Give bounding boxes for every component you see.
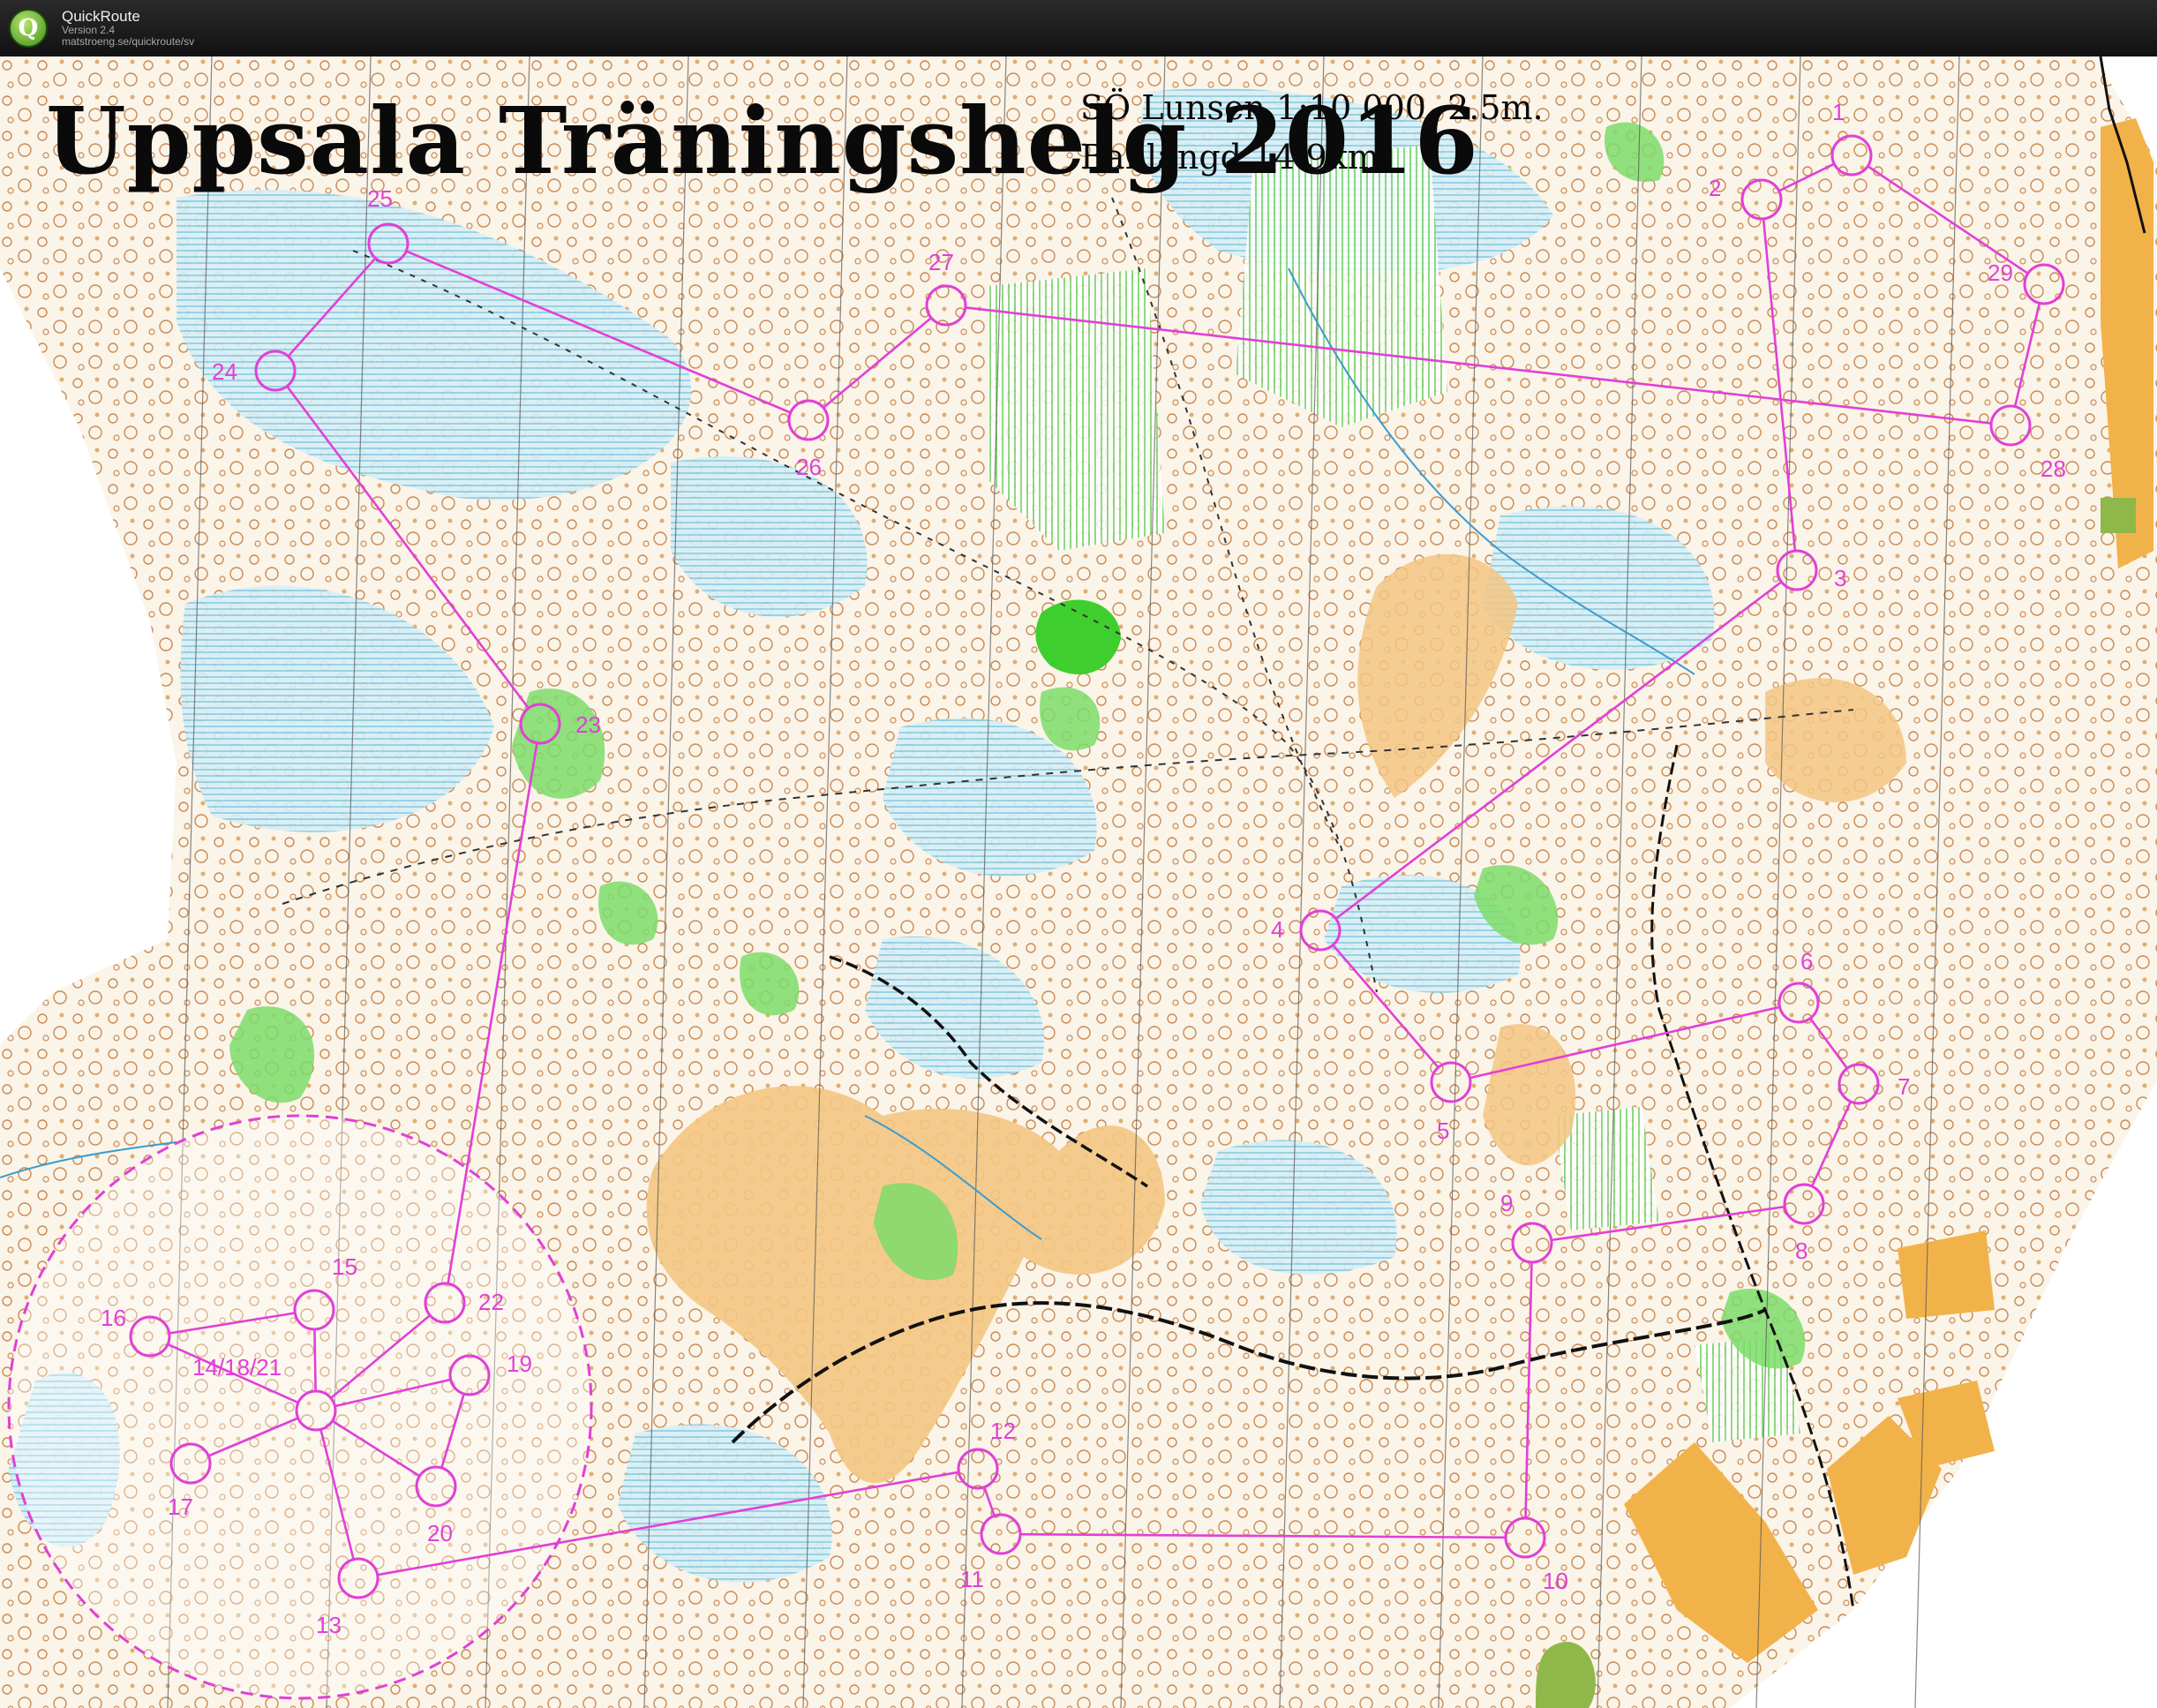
control-number-label: 17 [168,1494,193,1520]
detail-area-circle [7,1114,593,1700]
app-name: QuickRoute [62,8,140,26]
control-number-label: 22 [478,1289,504,1315]
control-number-label: 10 [1543,1568,1568,1594]
control-number-label: 27 [928,249,954,275]
control-number-label: 25 [367,185,393,212]
control-number-label: 15 [332,1253,357,1280]
control-number-label: 14/18/21 [192,1354,282,1381]
control-number-label: 1 [1832,99,1845,125]
course-leg-line [313,1328,317,1392]
control-number-label: 29 [1988,260,2013,286]
control-number-label: 11 [960,1566,984,1592]
control-number-label: 26 [796,454,822,480]
app-info: QuickRoute Version 2.4 matstroeng.se/qui… [62,9,194,47]
control-number-label: 4 [1271,916,1284,943]
control-number-label: 13 [316,1612,342,1638]
app-url: matstroeng.se/quickroute/sv [62,34,195,48]
control-number-label: 16 [101,1305,126,1331]
control-number-label: 8 [1795,1238,1808,1264]
control-number-label: 5 [1437,1117,1450,1144]
control-number-label: 2 [1709,175,1722,201]
control-number-label: 6 [1800,948,1814,974]
map-canvas [0,56,2157,1708]
control-number-label: 19 [507,1351,532,1377]
course-length-info: Banlängd 14.9km [1080,138,1379,177]
app-titlebar: Q QuickRoute Version 2.4 matstroeng.se/q… [0,0,2157,56]
control-number-label: 7 [1898,1073,1911,1100]
control-number-label: 28 [2041,455,2066,482]
control-number-label: 9 [1500,1190,1514,1216]
orienteering-map[interactable]: Uppsala Träningshelg 2016 SÖ Lunsen 1:10… [0,56,2157,1708]
control-number-label: 20 [427,1520,453,1546]
control-number-label: 12 [990,1418,1016,1444]
quickroute-logo-icon: Q [9,9,48,48]
control-number-label: 24 [212,358,237,385]
control-number-label: 3 [1834,565,1847,591]
map-scale-info: SÖ Lunsen 1:10 000. 2.5m. [1080,88,1544,127]
control-number-label: 23 [575,711,601,738]
